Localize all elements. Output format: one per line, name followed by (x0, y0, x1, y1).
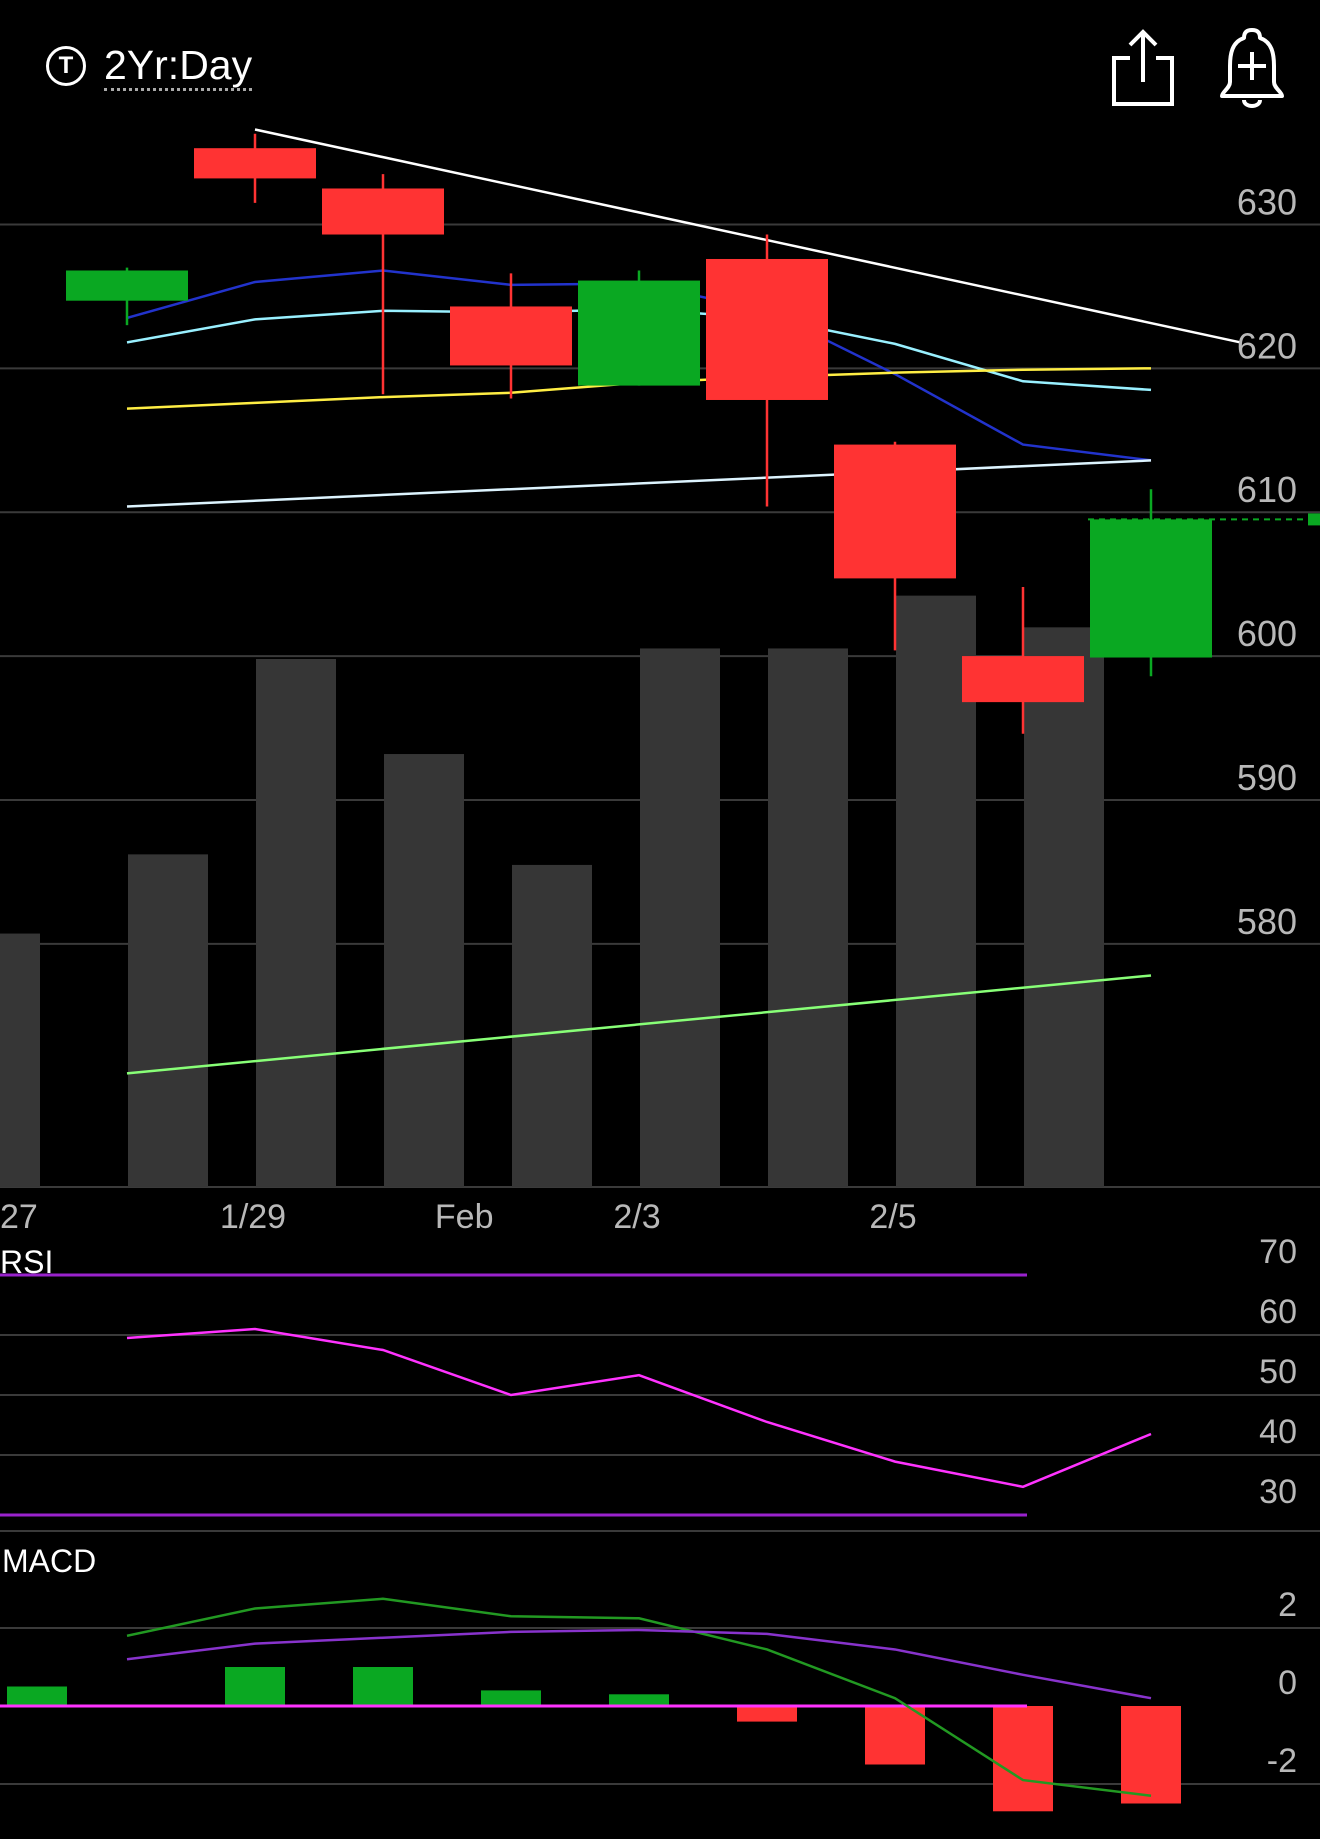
macd-histogram-bar-down (737, 1706, 797, 1722)
macd-histogram-bar-down (1121, 1706, 1181, 1804)
date-tick-label: Feb (435, 1198, 494, 1236)
date-tick-label: 2/5 (869, 1198, 916, 1236)
macd-histogram-bar-up (353, 1667, 413, 1706)
candle-body-down (322, 188, 444, 235)
price-tick-label: 610 (1237, 469, 1297, 510)
macd-histogram-bar-down (993, 1706, 1053, 1812)
macd-histogram-bar-up (609, 1694, 669, 1706)
price-tick-label: 620 (1237, 325, 1297, 366)
volume-bars (0, 595, 1104, 1187)
volume-bar (384, 754, 464, 1187)
volume-bar (768, 648, 848, 1187)
rsi-tick-label: 60 (1259, 1293, 1297, 1331)
macd-tick-label: -2 (1267, 1742, 1297, 1780)
macd-tick-label: 0 (1278, 1664, 1297, 1702)
rsi-tick-label: 50 (1259, 1353, 1297, 1391)
rsi-tick-label: 30 (1259, 1473, 1297, 1511)
macd-panel: 2 0 -2 (0, 1586, 1320, 1812)
candle-body-up (578, 280, 700, 386)
date-axis-labels: 27 1/29 Feb 2/3 2/5 (0, 1198, 917, 1236)
price-axis-labels: 630 620 610 600 590 580 (1237, 181, 1297, 941)
macd-title: MACD (2, 1543, 96, 1579)
macd-histogram-bar-up (225, 1667, 285, 1706)
rsi-tick-label: 40 (1259, 1413, 1297, 1451)
candle-body-down (706, 258, 828, 400)
candle-body-down (194, 148, 316, 179)
volume-bar (512, 864, 592, 1187)
last-price-marker (1308, 513, 1320, 526)
date-tick-label: 1/29 (220, 1198, 286, 1236)
rsi-tick-label: 70 (1259, 1233, 1297, 1271)
rsi-line (126, 1327, 1152, 1489)
ma-white-line (126, 459, 1152, 508)
volume-bar (0, 933, 40, 1187)
date-tick-label: 2/3 (613, 1198, 660, 1236)
macd-histogram-bar-up (481, 1690, 541, 1706)
price-tick-label: 580 (1237, 901, 1297, 942)
price-tick-label: 600 (1237, 613, 1297, 654)
volume-bar (128, 854, 208, 1187)
macd-tick-label: 2 (1278, 1586, 1297, 1624)
candle-body-down (834, 444, 956, 579)
macd-histogram-bar-up (7, 1686, 67, 1706)
volume-bar (640, 648, 720, 1187)
candle-body-up (66, 270, 188, 301)
price-tick-label: 590 (1237, 757, 1297, 798)
macd-histogram-bar-down (865, 1706, 925, 1765)
price-tick-label: 630 (1237, 181, 1297, 222)
candle-body-down (450, 306, 572, 366)
volume-bar (256, 659, 336, 1187)
candle-body-down (962, 656, 1084, 703)
rsi-panel: 70 60 50 40 30 (0, 1233, 1320, 1532)
volume-bar (1024, 627, 1104, 1187)
stock-chart[interactable]: 630620610600590580 27 1/29 Feb 2/3 2/5 RSI 7… (0, 0, 1320, 1839)
candle-body-up (1090, 519, 1212, 658)
date-tick-label: 27 (0, 1198, 38, 1236)
